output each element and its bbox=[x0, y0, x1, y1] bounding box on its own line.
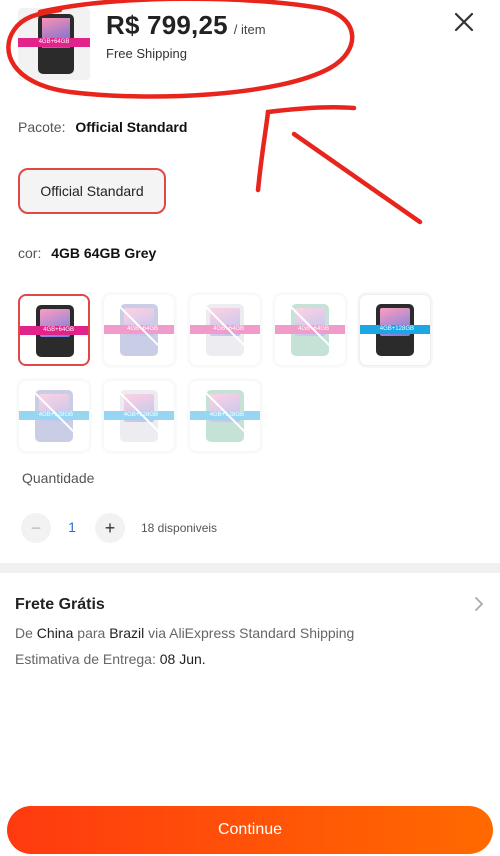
shipping-details-chevron[interactable] bbox=[472, 596, 486, 612]
variant-badge: 4GB+128GB bbox=[360, 325, 430, 334]
shipping-route: De China para Brazil via AliExpress Stan… bbox=[15, 625, 354, 641]
variant-badge: 4GB+64GB bbox=[190, 325, 260, 334]
color-variant-option[interactable]: 4GB+64GB bbox=[103, 294, 175, 366]
product-thumbnail: 4GB+64GB bbox=[18, 8, 90, 80]
variant-badge: 4GB+64GB bbox=[20, 326, 88, 335]
variant-badge: 4GB+128GB bbox=[190, 411, 260, 420]
quantity-decrease-button[interactable]: − bbox=[21, 513, 51, 543]
quantity-value[interactable]: 1 bbox=[62, 519, 82, 535]
section-divider bbox=[0, 563, 500, 573]
color-variant-option[interactable]: 4GB+64GB bbox=[274, 294, 346, 366]
variant-badge: 4GB+64GB bbox=[275, 325, 345, 334]
plus-icon: + bbox=[104, 517, 116, 538]
thumb-badge: 4GB+64GB bbox=[18, 38, 90, 47]
route-via: via AliExpress Standard Shipping bbox=[148, 625, 355, 641]
color-label: cor: bbox=[18, 245, 42, 261]
price-row: R$ 799,25 / item bbox=[106, 10, 266, 41]
color-variant-option[interactable]: 4GB+64GB bbox=[189, 294, 261, 366]
per-item-label: / item bbox=[233, 22, 266, 37]
stock-available: 18 disponiveis bbox=[141, 521, 218, 535]
color-variant-option[interactable]: 4GB+128GB bbox=[18, 380, 90, 452]
delivery-estimate: Estimativa de Entrega: 08 Jun. bbox=[15, 651, 206, 667]
chevron-right-icon bbox=[475, 597, 483, 611]
color-variant-option[interactable]: 4GB+128GB bbox=[189, 380, 261, 452]
eta-date: 08 Jun. bbox=[159, 651, 206, 667]
close-icon bbox=[454, 12, 474, 32]
free-shipping-note: Free Shipping bbox=[106, 46, 187, 61]
shipping-title[interactable]: Frete Grátis bbox=[15, 596, 105, 614]
color-variant-option[interactable]: 4GB+128GB bbox=[103, 380, 175, 452]
route-to-prefix: para bbox=[77, 625, 106, 641]
package-option-label: Official Standard bbox=[40, 183, 144, 199]
route-from-prefix: De bbox=[15, 625, 33, 641]
color-section-label: cor: 4GB 64GB Grey bbox=[18, 245, 156, 261]
minus-icon: − bbox=[30, 517, 42, 538]
annotation-arrow-shaft bbox=[255, 104, 357, 193]
route-origin: China bbox=[36, 625, 74, 641]
variant-badge: 4GB+128GB bbox=[19, 411, 89, 420]
package-selected-value: Official Standard bbox=[75, 119, 188, 135]
quantity-label: Quantidade bbox=[22, 470, 95, 486]
route-destination: Brazil bbox=[109, 625, 145, 641]
continue-button[interactable]: Continue bbox=[7, 806, 493, 854]
product-header: 4GB+64GB R$ 799,25 / item Free Shipping bbox=[0, 0, 500, 100]
color-selected-value: 4GB 64GB Grey bbox=[51, 245, 157, 261]
continue-label: Continue bbox=[217, 821, 283, 838]
item-price: R$ 799,25 bbox=[106, 10, 228, 40]
variant-badge: 4GB+64GB bbox=[104, 325, 174, 334]
variant-badge: 4GB+128GB bbox=[104, 411, 174, 420]
color-variant-option[interactable]: 4GB+128GB bbox=[359, 294, 431, 366]
close-button[interactable] bbox=[450, 8, 478, 36]
eta-label: Estimativa de Entrega: bbox=[15, 651, 156, 667]
annotation-arrow-head bbox=[291, 131, 423, 225]
package-option-official-standard[interactable]: Official Standard bbox=[18, 168, 166, 214]
color-variant-option[interactable]: 4GB+64GB bbox=[18, 294, 90, 366]
quantity-increase-button[interactable]: + bbox=[95, 513, 125, 543]
package-label: Pacote: bbox=[18, 119, 66, 135]
package-section-label: Pacote: Official Standard bbox=[18, 119, 187, 135]
